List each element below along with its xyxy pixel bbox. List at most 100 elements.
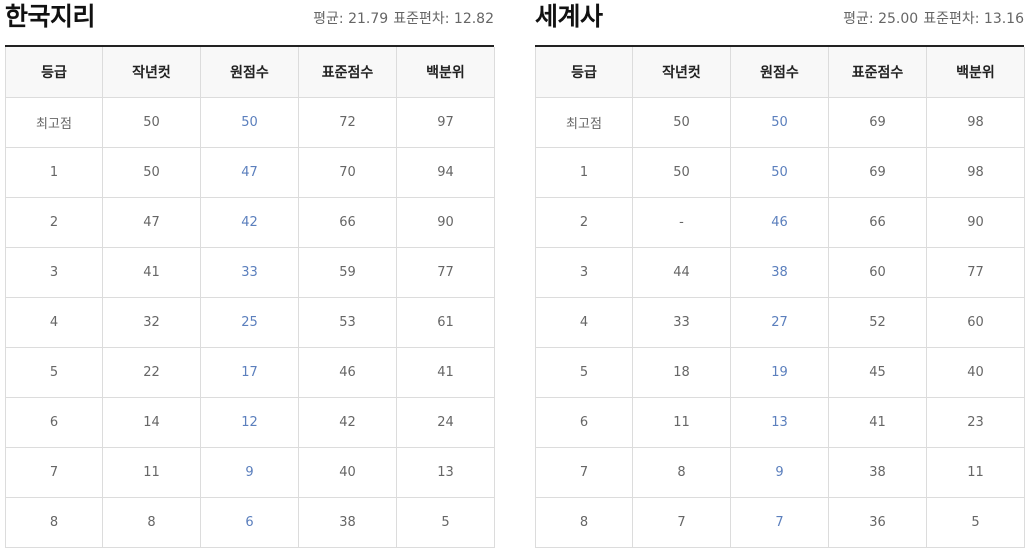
sd-label: 표준편차: [923,11,980,27]
table-row: 5 18 19 45 40 [535,346,1025,398]
percentile-cell: 24 [396,396,495,448]
column-header-raw-score: 원점수 [200,47,299,98]
grade-cell: 3 [535,246,633,298]
percentile-cell: 23 [926,396,1025,448]
mean-label: 평균: [313,11,344,27]
raw-score-cell: 27 [730,296,829,348]
grade-cell: 6 [535,396,633,448]
standard-score-cell: 41 [828,396,927,448]
percentile-cell: 40 [926,346,1025,398]
table-row: 3 44 38 60 77 [535,246,1025,298]
grade-cell: 7 [535,446,633,498]
last-year-cut-cell: 50 [102,146,201,198]
last-year-cut-cell: 22 [102,346,201,398]
last-year-cut-cell: - [632,196,731,248]
raw-score-cell: 38 [730,246,829,298]
raw-score-cell: 9 [730,446,829,498]
panel-header: 한국지리 평균: 21.79 표준편차: 12.82 [5,0,494,47]
table-header-row: 등급 작년컷 원점수 표준점수 백분위 [535,47,1025,98]
percentile-cell: 61 [396,296,495,348]
standard-score-cell: 59 [298,246,397,298]
sd-value: 12.82 [453,11,494,27]
percentile-cell: 77 [396,246,495,298]
last-year-cut-cell: 32 [102,296,201,348]
raw-score-cell: 17 [200,346,299,398]
grade-cell: 5 [535,346,633,398]
grade-cell: 8 [535,496,633,548]
percentile-cell: 77 [926,246,1025,298]
subject-panel-0: 한국지리 평균: 21.79 표준편차: 12.82 등급 작년컷 원점수 표준점… [5,0,495,548]
standard-score-cell: 66 [298,196,397,248]
table-row: 8 7 7 36 5 [535,496,1025,548]
column-header-last-year-cut: 작년컷 [632,47,731,98]
last-year-cut-cell: 7 [632,496,731,548]
table-row: 2 47 42 66 90 [5,196,495,248]
table-row: 1 50 47 70 94 [5,146,495,198]
grade-cell: 2 [5,196,103,248]
score-table: 등급 작년컷 원점수 표준점수 백분위 최고점 50 50 72 97 1 50 47 70 94… [5,47,495,548]
standard-score-cell: 69 [828,96,927,148]
subject-title: 세계사 [535,2,603,31]
last-year-cut-cell: 8 [102,496,201,548]
score-table: 등급 작년컷 원점수 표준점수 백분위 최고점 50 50 69 98 1 50 50 69 98… [535,47,1025,548]
percentile-cell: 11 [926,446,1025,498]
percentile-cell: 60 [926,296,1025,348]
column-header-grade: 등급 [535,47,633,98]
mean-label: 평균: [843,11,874,27]
column-header-raw-score: 원점수 [730,47,829,98]
table-row: 최고점 50 50 69 98 [535,96,1025,148]
grade-cell: 1 [5,146,103,198]
raw-score-cell: 42 [200,196,299,248]
grade-cell: 최고점 [535,96,633,148]
standard-score-cell: 42 [298,396,397,448]
standard-score-cell: 46 [298,346,397,398]
raw-score-cell: 33 [200,246,299,298]
last-year-cut-cell: 14 [102,396,201,448]
percentile-cell: 41 [396,346,495,398]
table-row: 2-46 66 90 [535,196,1025,248]
table-row: 3 41 33 59 77 [5,246,495,298]
last-year-cut-cell: 11 [632,396,731,448]
raw-score-cell: 46 [730,196,829,248]
raw-score-cell: 50 [730,146,829,198]
column-header-standard-score: 표준점수 [828,47,927,98]
last-year-cut-cell: 33 [632,296,731,348]
raw-score-cell: 7 [730,496,829,548]
percentile-cell: 98 [926,146,1025,198]
table-row: 1 50 50 69 98 [535,146,1025,198]
standard-score-cell: 45 [828,346,927,398]
standard-score-cell: 60 [828,246,927,298]
standard-score-cell: 66 [828,196,927,248]
raw-score-cell: 12 [200,396,299,448]
column-header-percentile: 백분위 [926,47,1025,98]
percentile-cell: 5 [926,496,1025,548]
standard-score-cell: 38 [828,446,927,498]
last-year-cut-cell: 11 [102,446,201,498]
percentile-cell: 94 [396,146,495,198]
table-row: 5 22 17 46 41 [5,346,495,398]
standard-score-cell: 70 [298,146,397,198]
mean-value: 25.00 [878,11,919,27]
grade-cell: 4 [5,296,103,348]
standard-score-cell: 36 [828,496,927,548]
panel-header: 세계사 평균: 25.00 표준편차: 13.16 [535,0,1024,47]
standard-score-cell: 52 [828,296,927,348]
raw-score-cell: 19 [730,346,829,398]
table-row: 7 11 9 40 13 [5,446,495,498]
table-row: 6 11 13 41 23 [535,396,1025,448]
grade-cell: 5 [5,346,103,398]
percentile-cell: 5 [396,496,495,548]
last-year-cut-cell: 44 [632,246,731,298]
sd-label: 표준편차: [393,11,450,27]
last-year-cut-cell: 47 [102,196,201,248]
standard-score-cell: 69 [828,146,927,198]
raw-score-cell: 25 [200,296,299,348]
raw-score-cell: 47 [200,146,299,198]
standard-score-cell: 72 [298,96,397,148]
raw-score-cell: 13 [730,396,829,448]
subject-stats: 평균: 25.00 표준편차: 13.16 [843,9,1024,29]
subject-stats: 평균: 21.79 표준편차: 12.82 [313,9,494,29]
column-header-percentile: 백분위 [396,47,495,98]
percentile-cell: 98 [926,96,1025,148]
last-year-cut-cell: 18 [632,346,731,398]
